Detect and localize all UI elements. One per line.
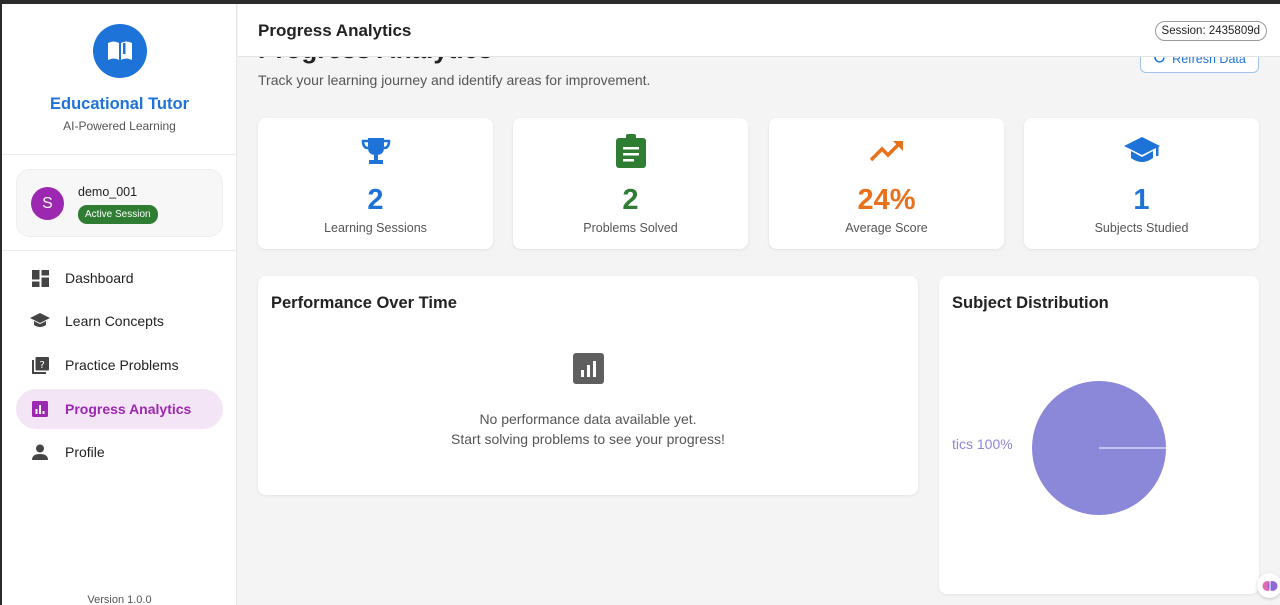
dashboard-icon xyxy=(30,268,50,288)
stat-card-problems-solved: 2 Problems Solved xyxy=(513,118,748,249)
empty-state-hint: Start solving problems to see your progr… xyxy=(451,431,725,447)
stat-value: 1 xyxy=(1133,184,1150,216)
sidebar-item-practice-problems[interactable]: ? Practice Problems xyxy=(16,345,223,385)
main-content: Progress Analytics Track your learning j… xyxy=(238,4,1280,605)
divider xyxy=(2,250,237,251)
analytics-icon xyxy=(30,399,50,419)
stat-card-average-score: 24% Average Score xyxy=(769,118,1004,249)
sidebar-item-label: Dashboard xyxy=(65,270,134,286)
sidebar-item-label: Learn Concepts xyxy=(65,313,164,329)
sidebar-item-progress-analytics[interactable]: Progress Analytics xyxy=(16,389,223,429)
sidebar-item-label: Progress Analytics xyxy=(65,401,192,417)
page-subtitle: Track your learning journey and identify… xyxy=(258,72,651,88)
user-card: S demo_001 Active Session xyxy=(16,169,223,237)
performance-panel: Performance Over Time No performance dat… xyxy=(258,276,918,495)
username: demo_001 xyxy=(78,185,138,199)
sidebar-item-profile[interactable]: Profile xyxy=(16,432,223,472)
brain-icon xyxy=(1262,580,1277,591)
quiz-icon: ? xyxy=(30,355,50,375)
header-bar: Progress Analytics Session: 2435809d xyxy=(238,4,1280,57)
sidebar-item-label: Profile xyxy=(65,444,105,460)
stat-value: 24% xyxy=(857,184,916,216)
stat-label: Problems Solved xyxy=(583,221,678,235)
panel-title: Performance Over Time xyxy=(271,294,457,312)
app-subtitle: AI-Powered Learning xyxy=(63,119,176,133)
avatar: S xyxy=(31,187,64,220)
subject-distribution-panel: Subject Distribution tics 100% xyxy=(939,276,1259,594)
assignment-icon xyxy=(513,134,748,168)
sidebar-item-dashboard[interactable]: Dashboard xyxy=(16,258,223,298)
person-icon xyxy=(30,442,50,462)
stat-value: 2 xyxy=(622,184,639,216)
app-title: Educational Tutor xyxy=(49,95,190,113)
stat-card-subjects-studied: 1 Subjects Studied xyxy=(1024,118,1259,249)
sidebar-item-learn-concepts[interactable]: Learn Concepts xyxy=(16,301,223,341)
school-icon xyxy=(1024,134,1259,168)
sidebar-item-label: Practice Problems xyxy=(65,357,179,373)
stat-value: 2 xyxy=(367,184,384,216)
empty-state-text: No performance data available yet. xyxy=(479,411,697,427)
bar-chart-icon xyxy=(573,353,604,384)
version-label: Version 1.0.0 xyxy=(87,594,152,605)
pie-chart xyxy=(1032,381,1166,515)
assistant-brain-button[interactable] xyxy=(1257,573,1280,598)
status-badge: Active Session xyxy=(78,205,158,224)
graduation-cap-icon xyxy=(30,311,50,331)
sidebar: Educational Tutor AI-Powered Learning S … xyxy=(2,4,237,605)
header-title: Progress Analytics xyxy=(258,21,412,40)
stat-label: Average Score xyxy=(845,221,928,235)
trophy-icon xyxy=(258,134,493,168)
session-id-badge: Session: 2435809d xyxy=(1154,21,1267,41)
book-logo-icon xyxy=(93,24,147,78)
stat-label: Learning Sessions xyxy=(324,221,427,235)
divider xyxy=(2,154,237,155)
stat-label: Subjects Studied xyxy=(1094,221,1189,235)
svg-text:?: ? xyxy=(39,360,44,371)
stat-card-learning-sessions: 2 Learning Sessions xyxy=(258,118,493,249)
trending-up-icon xyxy=(769,134,1004,168)
